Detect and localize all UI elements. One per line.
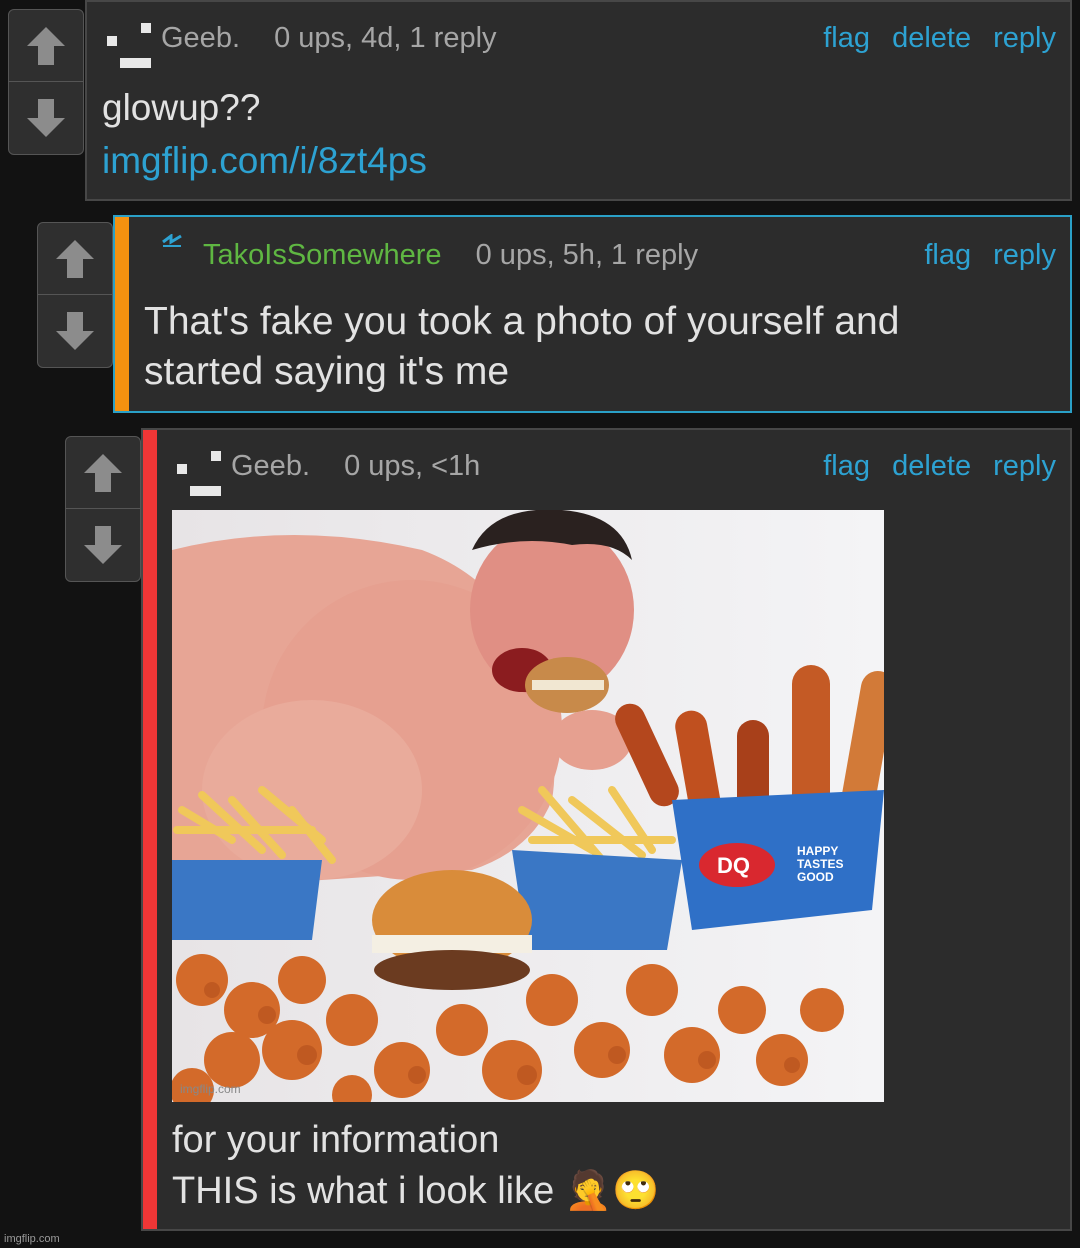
username[interactable]: Geeb. [231, 450, 310, 482]
comment-meta: TakoIsSomewhere 0 ups, 5h, 1 reply [203, 239, 698, 272]
reply-link[interactable]: reply [993, 239, 1056, 271]
comment-text-line: That's fake you took a photo of yourself… [144, 300, 900, 343]
vote-widget [8, 9, 84, 155]
comment-stats: 0 ups, 4d, 1 reply [274, 22, 497, 54]
comment-actions: flag delete reply [809, 450, 1056, 483]
comment-actions: flag reply [910, 239, 1056, 272]
arrow-up-icon [27, 26, 65, 65]
vote-widget [65, 436, 141, 582]
downvote-button[interactable] [66, 509, 140, 580]
upvote-button[interactable] [66, 437, 140, 509]
svg-text:TASTES: TASTES [797, 857, 843, 871]
svg-text:GOOD: GOOD [797, 870, 834, 884]
thread-stripe [115, 217, 129, 411]
comment-body: for your information THIS is what i look… [172, 1115, 659, 1217]
upvote-button[interactable] [38, 223, 112, 295]
comment-card: Geeb. 0 ups, 4d, 1 reply flag delete rep… [85, 0, 1072, 201]
comment-actions: flag delete reply [809, 22, 1056, 55]
downvote-button[interactable] [38, 295, 112, 366]
image-watermark: imgflip.com [180, 1082, 241, 1096]
username[interactable]: Geeb. [161, 22, 240, 54]
arrow-down-icon [56, 311, 94, 350]
comment-body: glowup?? imgflip.com/i/8zt4ps [102, 83, 427, 186]
comment-body: That's fake you took a photo of yourself… [144, 297, 899, 397]
comment-stats: 0 ups, <1h [344, 450, 481, 482]
flag-link[interactable]: flag [924, 239, 971, 271]
comment-stats: 0 ups, 5h, 1 reply [475, 239, 699, 271]
comment-text-line: started saying it's me [144, 350, 510, 393]
flag-link[interactable]: flag [823, 22, 870, 54]
reply-link[interactable]: reply [993, 450, 1056, 482]
username[interactable]: TakoIsSomewhere [203, 239, 442, 271]
arrow-down-icon [27, 98, 65, 137]
arrow-down-icon [84, 525, 122, 564]
avatar [161, 233, 183, 253]
delete-link[interactable]: delete [892, 22, 971, 54]
thread-stripe [143, 430, 157, 1229]
comment-card: Geeb. 0 ups, <1h flag delete reply DQ HA… [141, 428, 1072, 1231]
upvote-button[interactable] [9, 10, 83, 82]
image-link[interactable]: imgflip.com/i/8zt4ps [102, 136, 427, 186]
comment-image[interactable]: DQ HAPPY TASTES GOOD imgflip.com [172, 510, 884, 1102]
svg-text:HAPPY: HAPPY [797, 844, 838, 858]
reply-link[interactable]: reply [993, 22, 1056, 54]
svg-text:DQ: DQ [717, 853, 750, 878]
comment-card: TakoIsSomewhere 0 ups, 5h, 1 reply flag … [113, 215, 1072, 413]
food-photo-illustration: DQ HAPPY TASTES GOOD [172, 510, 884, 1102]
arrow-up-icon [84, 453, 122, 492]
comment-text: glowup?? [102, 87, 261, 128]
comment-text-line: THIS is what i look like 🤦🙄 [172, 1170, 660, 1212]
comment-meta: Geeb. 0 ups, 4d, 1 reply [161, 22, 497, 55]
site-watermark: imgflip.com [4, 1233, 60, 1245]
downvote-button[interactable] [9, 82, 83, 153]
flag-link[interactable]: flag [823, 450, 870, 482]
comment-text-line: for your information [172, 1119, 500, 1161]
vote-widget [37, 222, 113, 368]
arrow-up-icon [56, 239, 94, 278]
comment-meta: Geeb. 0 ups, <1h [231, 450, 480, 483]
delete-link[interactable]: delete [892, 450, 971, 482]
